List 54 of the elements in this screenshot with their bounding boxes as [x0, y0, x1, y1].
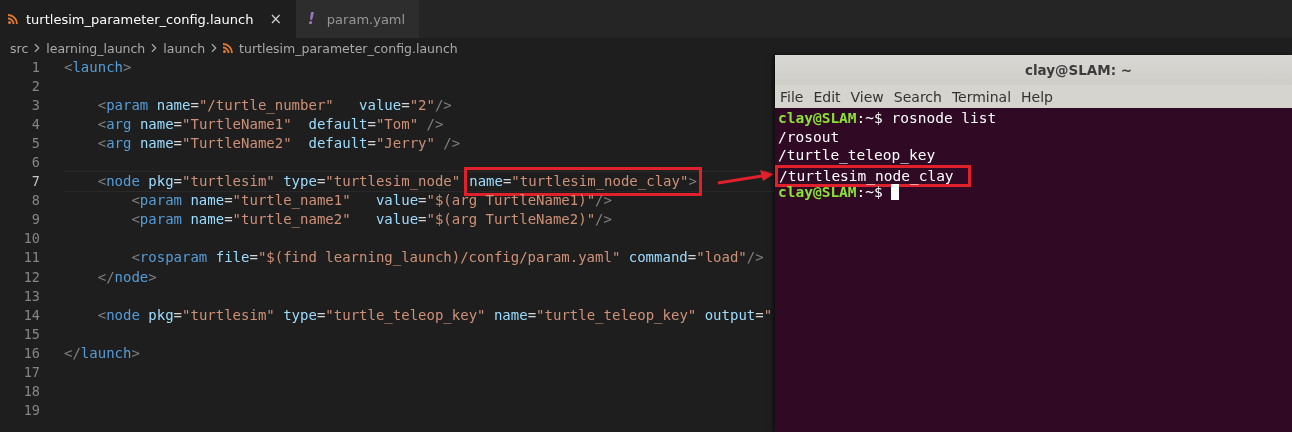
line-number: 18 [22, 381, 41, 401]
code-line: <node pkg="turtlesim" type="turtle_teleop_key" name="turtle_teleop_key" output=" [96, 305, 773, 325]
code-line: </launch> [64, 343, 140, 363]
breadcrumb-item[interactable]: launch [163, 40, 206, 56]
close-icon[interactable]: × [269, 10, 282, 28]
line-number: 11 [22, 248, 41, 268]
editor-tab[interactable]: ! param.yaml [296, 0, 420, 38]
menu-item[interactable]: Help [1021, 88, 1053, 105]
line-number: 1 [30, 58, 41, 77]
line-number: 10 [22, 229, 41, 249]
line-number: 9 [30, 210, 41, 230]
line-number: 5 [30, 134, 41, 154]
line-number: 7 [30, 172, 41, 192]
menu-item[interactable]: Terminal [951, 88, 1012, 105]
highlight-box: /turtlesim_node_clay [775, 164, 971, 187]
output-line: /rosout [778, 127, 840, 146]
menu-item[interactable]: Edit [813, 88, 841, 105]
line-number: 17 [22, 362, 41, 382]
prompt-line: clay@SLAM:~$ [778, 184, 883, 202]
code-line: <launch> [64, 58, 132, 77]
line-number: 16 [22, 343, 41, 363]
code-line: <param name="/turtle_number" value="2"/> [96, 96, 452, 116]
editor-tab[interactable]: turtlesim_parameter_config.launch × [0, 0, 296, 38]
window-title: clay@SLAM: ~ [775, 55, 1292, 85]
breadcrumb-item[interactable]: turtlesim_parameter_config.launch [223, 40, 458, 56]
tab-label: turtlesim_parameter_config.launch [26, 11, 254, 27]
tab-label: param.yaml [326, 11, 406, 27]
prompt-line: clay@SLAM:~$ rosnode list [778, 109, 997, 128]
line-number: 4 [30, 115, 41, 135]
output-line: /turtle_teleop_key [778, 146, 936, 165]
code-line: <param name="turtle_name2" value="$(arg TurtleName2)"/> [130, 210, 612, 230]
code-line: <arg name="TurtleName1" default="Tom" /> [96, 115, 444, 135]
code-line: </node> [96, 267, 157, 287]
yaml-icon: ! [304, 10, 319, 28]
feed-icon [223, 43, 234, 53]
feed-icon [8, 14, 18, 24]
line-number: 2 [30, 77, 41, 97]
code-line: <node pkg="turtlesim" type="turtlesim_node" [96, 172, 461, 192]
line-number: 14 [22, 305, 41, 325]
menu-item[interactable]: View [850, 88, 884, 105]
breadcrumb-item[interactable]: src [10, 40, 29, 56]
menu-item[interactable]: Search [893, 88, 942, 105]
line-number: 19 [22, 400, 41, 420]
code-line: <arg name="TurtleName2" default="Jerry" /> [96, 134, 461, 154]
line-number: 15 [22, 324, 41, 344]
line-number: 6 [30, 153, 41, 173]
annotation-arrow [717, 170, 774, 185]
menu-item[interactable]: File [780, 88, 804, 105]
line-number: 3 [30, 96, 41, 116]
line-number: 13 [22, 286, 41, 306]
code-line: <rosparam file="$(find learning_launch)/config/param.yaml" command="load"/> [130, 248, 764, 268]
breadcrumb-item[interactable]: learning_launch [46, 40, 146, 56]
line-number: 12 [22, 267, 41, 287]
line-number: 8 [30, 191, 41, 211]
